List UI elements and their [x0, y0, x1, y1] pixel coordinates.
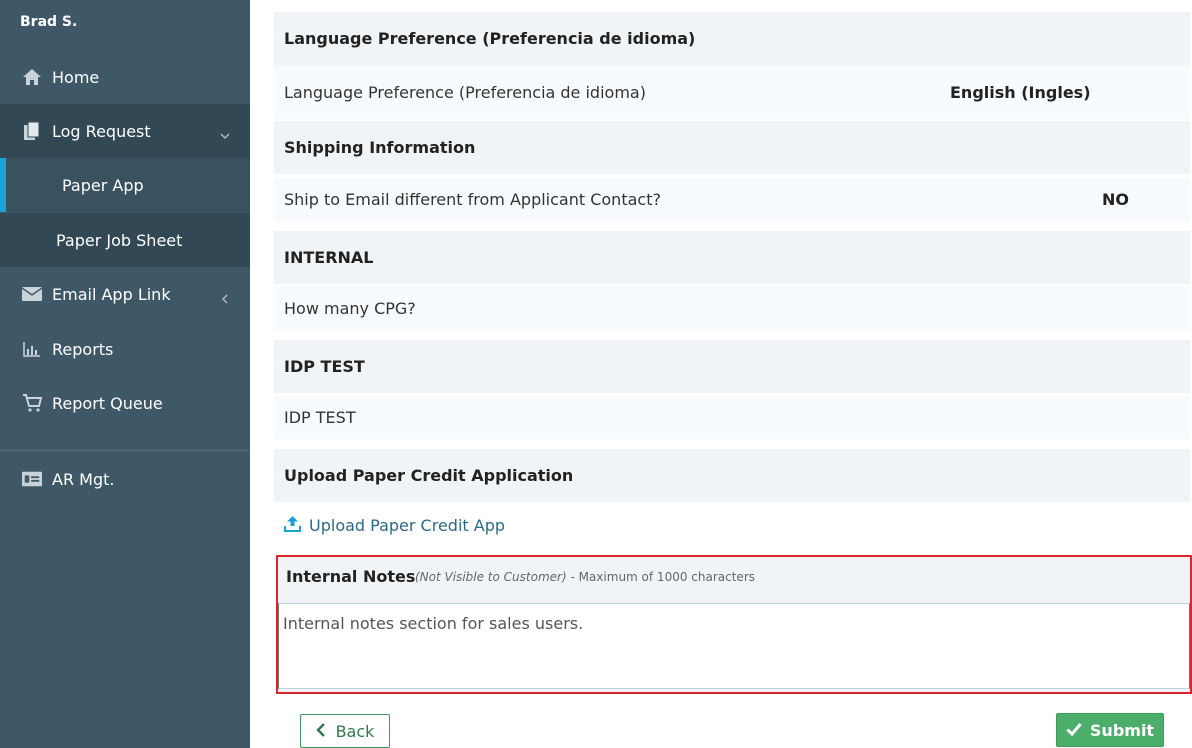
chevron-left-icon	[220, 289, 230, 304]
submit-button[interactable]: Submit	[1056, 713, 1164, 747]
field-row-idp: IDP TEST	[274, 396, 1190, 439]
home-icon	[22, 67, 42, 87]
sidebar-item-log-request[interactable]: Log Request	[0, 104, 250, 158]
sidebar: Brad S. Home Log Request Paper App Paper…	[0, 0, 250, 748]
sidebar-item-label: Home	[52, 67, 100, 87]
sidebar-item-label: Paper App	[62, 175, 144, 195]
envelope-icon	[22, 284, 42, 304]
chevron-down-icon	[220, 126, 230, 140]
documents-icon	[22, 121, 42, 141]
sidebar-item-label: Report Queue	[52, 393, 163, 413]
sidebar-item-label: Email App Link	[52, 284, 171, 304]
sidebar-item-ar-mgt[interactable]: AR Mgt.	[0, 452, 250, 506]
field-row-language: Language Preference (Preferencia de idio…	[274, 65, 1190, 119]
language-value: English (Ingles)	[950, 82, 1091, 102]
section-header-upload: Upload Paper Credit Application	[274, 449, 1190, 502]
back-button[interactable]: Back	[300, 714, 390, 748]
field-row-shipping: Ship to Email different from Applicant C…	[274, 178, 1190, 221]
section-header-idp: IDP TEST	[274, 340, 1190, 393]
cart-icon	[22, 393, 42, 413]
internal-notes-textarea[interactable]: Internal notes section for sales users.	[278, 603, 1190, 689]
field-label: Ship to Email different from Applicant C…	[284, 190, 661, 209]
sidebar-item-label: Log Request	[52, 121, 151, 141]
sidebar-item-label: AR Mgt.	[52, 469, 115, 489]
field-row-cpg: How many CPG?	[274, 286, 1190, 331]
field-label: How many CPG?	[284, 299, 416, 318]
section-header-shipping: Shipping Information	[274, 121, 1190, 174]
internal-notes-hint: (Not Visible to Customer) - Maximum of 1…	[415, 570, 756, 584]
sidebar-item-email-app-link[interactable]: Email App Link	[0, 267, 250, 321]
upload-icon	[284, 515, 301, 536]
sidebar-item-paper-app[interactable]: Paper App	[0, 158, 250, 212]
upload-paper-credit-app-link[interactable]: Upload Paper Credit App	[284, 515, 505, 536]
field-row-upload: Upload Paper Credit App	[274, 503, 1190, 547]
internal-notes-title: Internal Notes	[286, 567, 416, 586]
section-header-language: Language Preference (Preferencia de idio…	[274, 12, 1190, 65]
sidebar-item-paper-job-sheet[interactable]: Paper Job Sheet	[0, 213, 250, 267]
sidebar-item-label: Reports	[52, 339, 114, 359]
field-label: IDP TEST	[284, 408, 356, 427]
section-header-internal: INTERNAL	[274, 231, 1190, 284]
id-card-icon	[22, 469, 42, 489]
shipping-value: NO	[1102, 190, 1129, 209]
internal-notes-section: Internal Notes (Not Visible to Customer)…	[276, 555, 1192, 694]
chevron-left-icon	[315, 722, 326, 741]
field-label: Language Preference (Preferencia de idio…	[284, 82, 646, 102]
check-icon	[1066, 721, 1082, 740]
sidebar-item-label: Paper Job Sheet	[56, 230, 183, 250]
sidebar-divider	[0, 450, 250, 451]
sidebar-item-home[interactable]: Home	[0, 50, 250, 104]
sidebar-item-report-queue[interactable]: Report Queue	[0, 376, 250, 430]
user-name: Brad S.	[20, 14, 78, 30]
sidebar-item-reports[interactable]: Reports	[0, 322, 250, 376]
bar-chart-icon	[22, 339, 42, 359]
